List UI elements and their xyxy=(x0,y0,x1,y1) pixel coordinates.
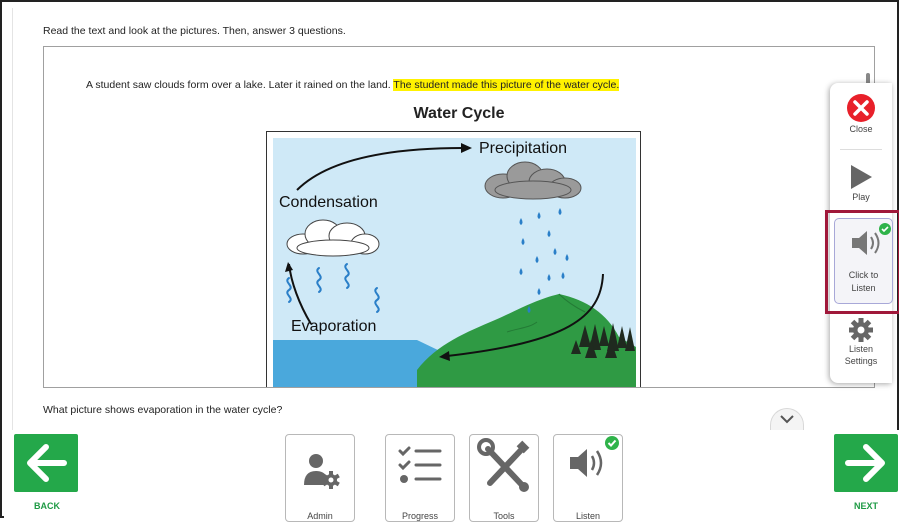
water-cycle-diagram: Precipitation Condensation Evaporation xyxy=(266,131,641,387)
listen-label: Listen xyxy=(575,511,601,521)
chevron-down-icon xyxy=(780,415,794,424)
gear-icon xyxy=(849,318,873,342)
bottom-toolbar: BACK Admin Progress Tools Listen NEXT xyxy=(4,430,899,522)
back-button[interactable] xyxy=(14,434,78,492)
tools-label: Tools xyxy=(493,511,515,521)
click-to-listen-highlight: Click to Listen xyxy=(825,210,899,314)
click-to-listen-label-2: Listen xyxy=(851,283,876,293)
arrow-right-icon xyxy=(845,444,885,482)
click-to-listen-label-1: Click to xyxy=(848,270,879,280)
back-label: BACK xyxy=(34,501,60,511)
play-triangle-icon xyxy=(851,165,872,189)
progress-button[interactable]: Progress xyxy=(385,434,455,522)
admin-user-gear-icon xyxy=(304,454,340,489)
passage-plain-text: A student saw clouds form over a lake. L… xyxy=(86,79,394,91)
tools-button[interactable]: Tools xyxy=(469,434,539,522)
content-area: Read the text and look at the pictures. … xyxy=(12,8,888,430)
speaker-icon xyxy=(570,436,619,477)
next-label: NEXT xyxy=(854,501,879,511)
diagram-title: Water Cycle xyxy=(413,105,505,122)
admin-button[interactable]: Admin xyxy=(285,434,355,522)
water-cycle-illustration xyxy=(273,138,636,387)
play-label: Play xyxy=(852,192,870,202)
label-evaporation: Evaporation xyxy=(291,318,377,335)
speaker-icon xyxy=(852,223,891,255)
admin-label: Admin xyxy=(307,511,333,521)
instructions-text: Read the text and look at the pictures. … xyxy=(43,25,346,37)
listen-settings-button[interactable]: Listen Settings xyxy=(830,317,892,367)
close-button[interactable]: Close xyxy=(830,93,892,135)
label-precipitation: Precipitation xyxy=(479,140,568,157)
passage-panel[interactable]: A student saw clouds form over a lake. L… xyxy=(43,46,875,388)
progress-label: Progress xyxy=(401,511,438,521)
progress-checklist-icon xyxy=(398,446,442,483)
close-x-icon xyxy=(847,94,875,122)
expand-button[interactable] xyxy=(770,408,804,430)
click-to-listen-button[interactable]: Click to Listen xyxy=(834,218,893,304)
settings-label-1: Listen xyxy=(848,344,874,354)
listen-button[interactable]: Listen xyxy=(553,434,623,522)
passage-highlighted-text: The student made this picture of the wat… xyxy=(393,79,620,91)
arrow-left-icon xyxy=(27,444,67,482)
passage-text: A student saw clouds form over a lake. L… xyxy=(86,79,620,91)
close-label: Close xyxy=(849,124,873,134)
app-frame: Read the text and look at the pictures. … xyxy=(0,0,899,522)
settings-label-2: Settings xyxy=(844,356,878,366)
label-condensation: Condensation xyxy=(279,194,378,211)
question-text: What picture shows evaporation in the wa… xyxy=(43,404,283,416)
tools-wrench-screwdriver-icon xyxy=(477,438,530,492)
next-button[interactable] xyxy=(834,434,898,492)
play-button[interactable]: Play xyxy=(830,163,892,203)
